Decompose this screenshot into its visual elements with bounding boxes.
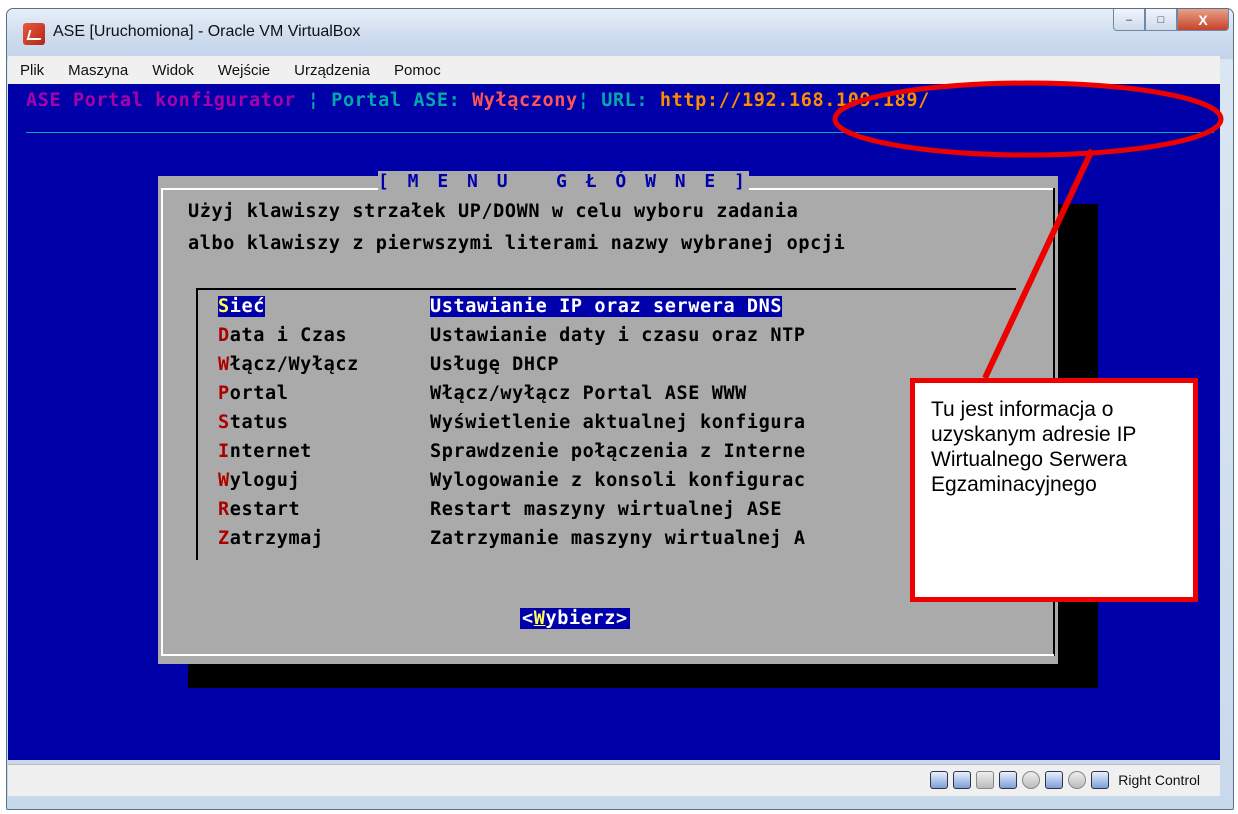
hotkey-letter: W [218, 354, 230, 375]
dialog-border [161, 188, 163, 656]
menu-item-wyloguj[interactable]: Wyloguj Wylogowanie z konsoli konfigurac [218, 470, 805, 498]
host-key-label: Right Control [1118, 772, 1200, 788]
menu-item-key: Zatrzymaj [218, 528, 324, 549]
menu-item-label: ieć [229, 296, 265, 317]
header-app-name: ASE Portal konfigurator [26, 90, 296, 111]
header-url-label: URL: [601, 90, 660, 111]
close-icon: X [1198, 11, 1208, 28]
menu-item-key: Portal [218, 383, 288, 404]
dialog-border [161, 654, 1054, 656]
header-separator: ¦ [295, 90, 332, 111]
menu-item-portal[interactable]: Portal Włącz/wyłącz Portal ASE WWW [218, 383, 746, 411]
header-divider [26, 132, 1214, 133]
virtualbox-app-icon [23, 23, 45, 45]
instruction-line-1: Użyj klawiszy strzałek UP/DOWN w celu wy… [188, 201, 799, 222]
hotkey-letter: P [218, 383, 230, 404]
menu-maszyna[interactable]: Maszyna [56, 62, 140, 79]
menu-item-key: Sieć [218, 296, 265, 317]
button-bracket: > [615, 608, 628, 629]
menu-item-restart[interactable]: Restart Restart maszyny wirtualnej ASE [218, 499, 782, 527]
hotkey-letter: R [218, 499, 230, 520]
keyboard-icon[interactable] [1091, 771, 1110, 789]
menu-item-description: Wyświetlenie aktualnej konfigura [430, 412, 806, 433]
mouse-icon[interactable] [1068, 771, 1087, 789]
list-border [196, 288, 198, 560]
instruction-line-2: albo klawiszy z pierwszymi literami nazw… [188, 233, 846, 254]
maximize-icon: □ [1157, 13, 1165, 26]
console-header: ASE Portal konfigurator ¦ Portal ASE: Wy… [26, 90, 930, 111]
close-button[interactable]: X [1177, 9, 1229, 31]
menu-item-description: Usługę DHCP [430, 354, 560, 375]
menu-item-data-i-czas[interactable]: Data i Czas Ustawianie daty i czasu oraz… [218, 325, 805, 353]
menu-list: Sieć Ustawianie IP oraz serwera DNS Data… [196, 288, 1016, 588]
menu-item-description: Ustawianie daty i czasu oraz NTP [430, 325, 806, 346]
menu-item-description: Restart maszyny wirtualnej ASE [430, 499, 783, 520]
menu-item-internet[interactable]: Internet Sprawdzenie połączenia z Intern… [218, 441, 805, 469]
list-border [196, 288, 1016, 290]
status-bar: Right Control [8, 764, 1220, 796]
menu-item-description: Sprawdzenie połączenia z Interne [430, 441, 806, 462]
menu-item-key: Restart [218, 499, 300, 520]
menu-item-label: estart [229, 499, 301, 520]
minimize-icon: – [1125, 13, 1133, 26]
shared-folder-icon[interactable] [976, 771, 995, 789]
header-url: http://192.168.109.189/ [659, 90, 930, 111]
hotkey-letter: D [218, 325, 230, 346]
menu-item-status[interactable]: Status Wyświetlenie aktualnej konfigura [218, 412, 805, 440]
menu-item-key: Data i Czas [218, 325, 347, 346]
menu-bar: Plik Maszyna Widok Wejście Urządzenia Po… [8, 56, 1220, 84]
menu-item-label: yloguj [229, 470, 301, 491]
window-controls: – □ X [1113, 9, 1229, 33]
menu-item-key: Wyloguj [218, 470, 300, 491]
menu-item-description: Wylogowanie z konsoli konfigurac [430, 470, 806, 491]
menu-pomoc[interactable]: Pomoc [382, 62, 453, 79]
menu-item-wlacz-wylacz[interactable]: Włącz/Wyłącz Usługę DHCP [218, 354, 559, 382]
cd-icon[interactable] [1022, 771, 1041, 789]
hotkey-letter: S [218, 296, 230, 317]
menu-item-key: Internet [218, 441, 312, 462]
menu-item-label: nternet [229, 441, 312, 462]
menu-wejscie[interactable]: Wejście [206, 62, 282, 79]
menu-item-siec[interactable]: Sieć Ustawianie IP oraz serwera DNS [218, 296, 783, 324]
menu-item-label: atrzymaj [229, 528, 324, 549]
menu-item-description: Zatrzymanie maszyny wirtualnej A [430, 528, 806, 549]
wybierz-button[interactable]: <Wybierz> [520, 608, 630, 629]
menu-item-key: Włącz/Wyłącz [218, 354, 359, 375]
hotkey-letter: W [218, 470, 230, 491]
display-icon[interactable] [999, 771, 1018, 789]
header-separator: ¦ [577, 90, 602, 111]
menu-item-key: Status [218, 412, 288, 433]
usb-icon[interactable] [1045, 771, 1064, 789]
menu-item-description: Ustawianie IP oraz serwera DNS [430, 296, 783, 317]
button-label: ybierz [545, 608, 616, 629]
menu-item-description: Włącz/wyłącz Portal ASE WWW [430, 383, 747, 404]
maximize-button[interactable]: □ [1145, 9, 1177, 31]
menu-item-label: tatus [229, 412, 289, 433]
menu-widok[interactable]: Widok [140, 62, 206, 79]
menu-item-label: ortal [229, 383, 289, 404]
hotkey-letter: I [218, 441, 230, 462]
hotkey-letter: Z [218, 528, 230, 549]
annotation-callout: Tu jest informacja o uzyskanym adresie I… [910, 378, 1198, 602]
dialog-title: [ M E N U G Ł Ó W N E ] [378, 171, 749, 192]
header-portal-state: Wyłączony [472, 90, 578, 111]
title-bar[interactable]: ASE [Uruchomiona] - Oracle VM VirtualBox… [7, 9, 1233, 59]
hotkey-letter: S [218, 412, 230, 433]
window-title: ASE [Uruchomiona] - Oracle VM VirtualBox [53, 23, 361, 40]
button-bracket: < [522, 608, 534, 629]
menu-item-zatrzymaj[interactable]: Zatrzymaj Zatrzymanie maszyny wirtualnej… [218, 528, 805, 556]
status-tray: Right Control [930, 771, 1200, 789]
menu-urzadzenia[interactable]: Urządzenia [282, 62, 382, 79]
header-portal-label: Portal ASE: [331, 90, 473, 111]
menu-plik[interactable]: Plik [8, 62, 56, 79]
minimize-button[interactable]: – [1113, 9, 1145, 31]
menu-item-label: łącz/Wyłącz [229, 354, 359, 375]
hotkey-letter: W [533, 608, 546, 629]
network-icon[interactable] [953, 771, 972, 789]
menu-item-label: ata i Czas [229, 325, 348, 346]
hard-disk-icon[interactable] [930, 771, 949, 789]
